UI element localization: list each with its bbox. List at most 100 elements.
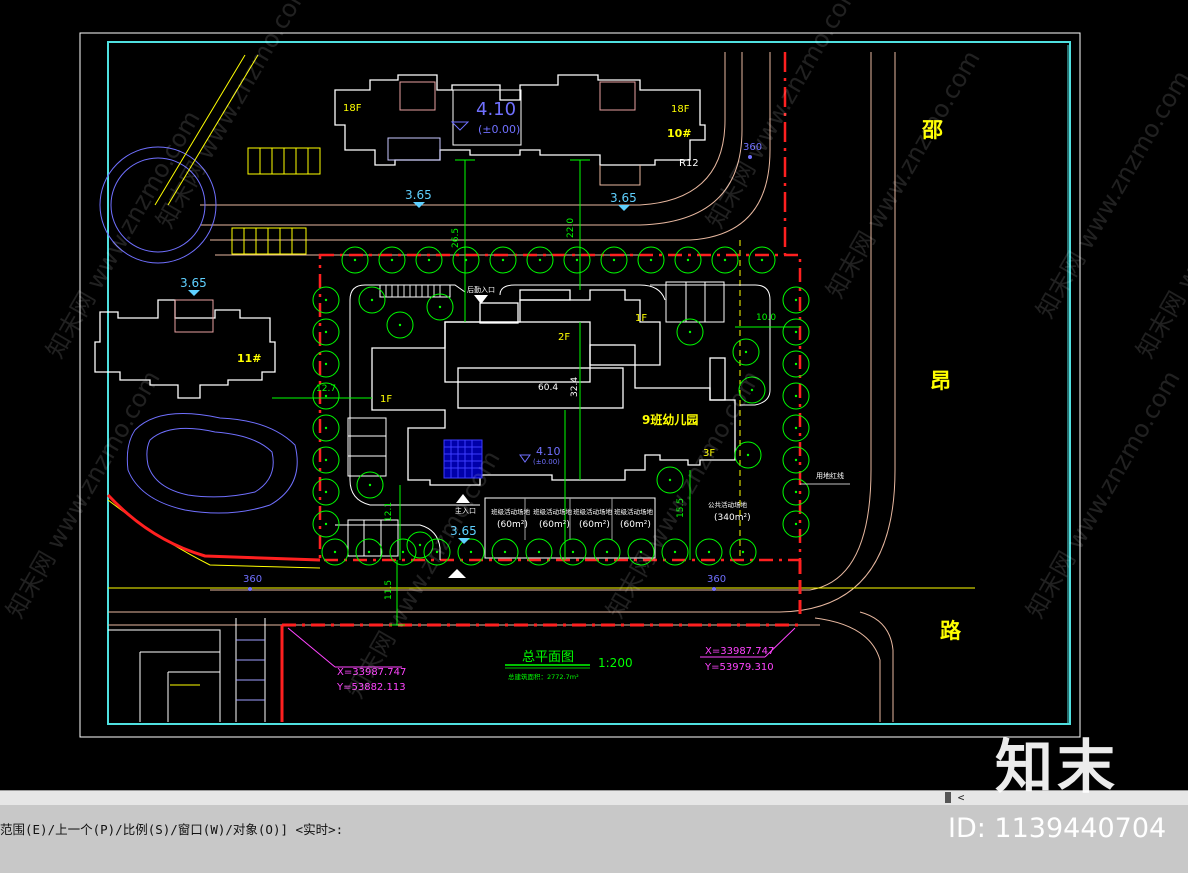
tree-icon [312, 446, 340, 474]
road-mark-dot [248, 587, 252, 591]
tree-icon [674, 246, 702, 274]
plan-scale: 1:200 [598, 656, 633, 670]
building-10-elevation-sub: (±0.00) [478, 123, 520, 136]
playground-name: 班级活动场地 [614, 507, 654, 516]
watermark-text: 知末网 www.znzmo.com [1031, 66, 1188, 323]
building-10: 18F 18F 10# R12 4.10 (±0.00) [334, 74, 706, 186]
elevation-365-label: 3.65 [405, 188, 432, 202]
tree-icon [312, 510, 340, 538]
building-11-label: 11# [237, 352, 262, 365]
watermark-text: 知末网 www.znzmo.com [701, 0, 866, 233]
road-char-2: 昂 [930, 369, 951, 393]
cad-drawing-canvas[interactable]: 18F 18F 10# R12 4.10 (±0.00) 11# 26.5 22… [0, 0, 1188, 790]
tree-icon [312, 350, 340, 378]
road-entrance-arrow [448, 569, 466, 578]
watermark-text: 知末网 www.znzmo.com [1, 366, 166, 623]
coord-right-x: X=33987.747 [705, 646, 774, 657]
tree-icon [782, 478, 810, 506]
kindergarten-name: 9班幼儿园 [642, 412, 698, 427]
playground-label: 班级活动场地 (60m²) [573, 507, 613, 530]
playground-area: (60m²) [539, 520, 570, 530]
watermark-text: 知末网 www.znzmo.com [341, 446, 506, 703]
road-mark-label: 360 [707, 574, 726, 585]
tree-icon [782, 318, 810, 346]
tree-icon [782, 446, 810, 474]
watermark-text: 知末网 www.znzmo.com [821, 46, 986, 303]
kg-floor-2f: 2F [558, 332, 570, 343]
playground-name: 公共活动场地 [708, 500, 748, 509]
tree-icon [782, 350, 810, 378]
dimension-label: 12.1 [384, 502, 394, 522]
building-10-radius: R12 [679, 158, 699, 169]
tree-icon [378, 246, 406, 274]
tree-icon [312, 318, 340, 346]
building-10-label: 10# [667, 127, 692, 140]
tree-icon [676, 318, 704, 346]
tree-icon [355, 538, 383, 566]
kg-floor-1f-a: 1F [635, 313, 647, 324]
dimension-labels: 26.5 22.010.012.7 60.4 32.412.111.515.5 [316, 218, 776, 600]
dimension-label: 10.0 [756, 313, 776, 323]
tree-icon [312, 286, 340, 314]
kg-elevation-sub: (±0.00) [533, 458, 560, 466]
coord-right-y: Y=53979.310 [704, 662, 774, 673]
playground-label: 公共活动场地 (340m²) [708, 500, 751, 523]
plan-title: 总平面图 [522, 650, 574, 665]
building-10-floors-right: 18F [671, 104, 690, 115]
dimension-label: 12.7 [316, 384, 336, 394]
hatch-strip [379, 284, 451, 298]
scroll-thumb[interactable] [945, 792, 951, 803]
building-10-elevation: 4.10 [476, 99, 516, 120]
building-10-floors-left: 18F [343, 103, 362, 114]
playground-name: 班级活动场地 [573, 507, 613, 516]
tree-icon [526, 246, 554, 274]
elevation-marker-icon [618, 205, 630, 211]
tree-icon [426, 293, 454, 321]
playground-area: (60m²) [620, 520, 651, 530]
kg-floor-1f-b: 1F [380, 394, 392, 405]
tree-icon [559, 538, 587, 566]
watermark-id: ID: 1139440704 [948, 813, 1167, 844]
tree-icon [734, 441, 762, 469]
tree-icon [341, 246, 369, 274]
elevation-365-label: 3.65 [180, 276, 207, 290]
building-11: 11# [94, 299, 276, 399]
kg-elevation: 4.10 [536, 445, 561, 458]
lower-left-structures [108, 618, 266, 722]
playground-name: 班级活动场地 [533, 507, 573, 516]
coord-right-group: X=33987.747 Y=53979.310 [700, 627, 796, 673]
playground-label: 班级活动场地 (60m²) [533, 507, 573, 530]
tree-icon [358, 286, 386, 314]
tree-icon [782, 414, 810, 442]
dimension-label: 26.5 [451, 228, 461, 248]
tree-icon [452, 246, 480, 274]
elevation-365-label: 3.65 [610, 191, 637, 205]
road-mark-dot [712, 587, 716, 591]
tree-icon [711, 246, 739, 274]
tree-icon [637, 246, 665, 274]
tree-icon [489, 246, 517, 274]
command-prompt[interactable]: 范围(E)/上一个(P)/比例(S)/窗口(W)/对象(O)] <实时>: [0, 819, 343, 838]
plan-title-block: 总平面图 1:200 总建筑面积：2772.7m² [505, 650, 633, 681]
tree-icon [748, 246, 776, 274]
watermark-text: 知末网 www.znzmo.com [1021, 366, 1186, 623]
road-mark-label: 360 [243, 574, 262, 585]
tree-icon [782, 510, 810, 538]
dimension-label: 32.4 [570, 377, 580, 397]
tree-icon [312, 478, 340, 506]
tree-icon [386, 311, 414, 339]
playground-area: (60m²) [497, 520, 528, 530]
watermark-text: 知末网 www.znzmo.com [41, 106, 206, 363]
secondary-entrance-label: 后勤入口 [467, 285, 495, 294]
playground-area: (340m²) [714, 513, 751, 523]
dimension-label: 11.5 [384, 580, 394, 600]
tree-icon [312, 414, 340, 442]
pond [126, 413, 298, 514]
scroll-left-arrow[interactable]: < [955, 791, 967, 804]
parking-stalls [231, 147, 321, 255]
elevation-markers: 3.65 3.653.653.65 [180, 188, 637, 544]
total-area-note: 总建筑面积：2772.7m² [508, 672, 579, 681]
playground-area: (60m²) [579, 520, 610, 530]
dimension-label: 22.0 [566, 218, 576, 238]
tree-icon [415, 246, 443, 274]
